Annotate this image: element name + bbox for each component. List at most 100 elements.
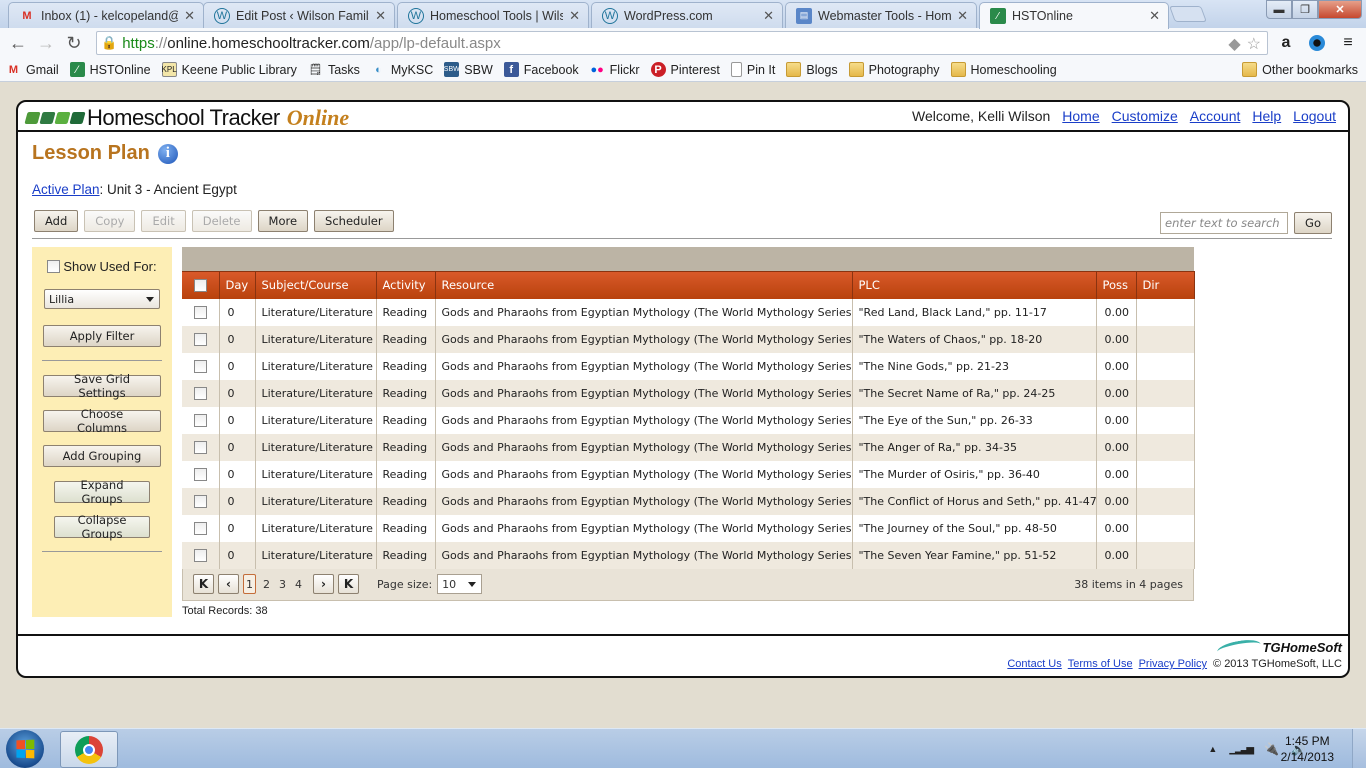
restore-button[interactable]: ❐ — [1292, 0, 1318, 19]
grouping-drop-area[interactable] — [182, 247, 1194, 271]
bookmark-pinterest[interactable]: P Pinterest — [650, 62, 720, 77]
terms-of-use-link[interactable]: Terms of Use — [1068, 658, 1133, 670]
forward-button[interactable]: → — [32, 29, 60, 57]
power-icon[interactable]: 🔌 — [1264, 742, 1279, 756]
column-header-subject[interactable]: Subject/Course — [255, 271, 377, 299]
table-row[interactable]: 0 Literature/Literature Reading Gods and Ph… — [182, 406, 1195, 434]
row-checkbox[interactable] — [193, 332, 207, 346]
nav-account-link[interactable]: Account — [1190, 108, 1241, 124]
page-link-4[interactable]: 4 — [293, 578, 304, 591]
page-link-1[interactable]: 1 — [243, 574, 256, 594]
go-button[interactable]: Go — [1294, 212, 1332, 234]
show-used-for-checkbox[interactable] — [47, 260, 61, 273]
nav-customize-link[interactable]: Customize — [1112, 108, 1178, 124]
table-row[interactable]: 0 Literature/Literature Reading Gods and Ph… — [182, 460, 1195, 488]
bookmark-gmail[interactable]: M Gmail — [6, 62, 59, 77]
page-size-select[interactable]: 10 — [437, 574, 483, 594]
nav-home-link[interactable]: Home — [1062, 108, 1099, 124]
scheduler-button[interactable]: Scheduler — [314, 210, 394, 232]
back-button[interactable]: ← — [4, 29, 32, 57]
row-checkbox[interactable] — [193, 440, 207, 454]
table-row[interactable]: 0 Literature/Literature Reading Gods and Ph… — [182, 298, 1195, 326]
tab-gmail-inbox[interactable]: M Inbox (1) - kelcopeland@g ✕ — [8, 2, 204, 28]
next-page-button[interactable]: › — [313, 574, 334, 594]
expand-groups-button[interactable]: Expand Groups — [54, 478, 150, 506]
row-checkbox[interactable] — [193, 494, 207, 508]
row-checkbox[interactable] — [193, 359, 207, 373]
show-desktop-button[interactable] — [1352, 729, 1366, 768]
row-checkbox[interactable] — [193, 548, 207, 562]
close-tab-icon[interactable]: ✕ — [1149, 8, 1160, 24]
table-row[interactable]: 0 Literature/Literature Reading Gods and Ph… — [182, 541, 1195, 569]
close-tab-icon[interactable]: ✕ — [375, 8, 386, 24]
column-header-day[interactable]: Day — [219, 271, 256, 299]
column-header-resource[interactable]: Resource — [435, 271, 853, 299]
reload-button[interactable]: ↻ — [60, 29, 88, 57]
close-tab-icon[interactable]: ✕ — [957, 8, 968, 24]
add-grouping-button[interactable]: Add Grouping — [43, 445, 161, 467]
apply-filter-button[interactable]: Apply Filter — [43, 325, 161, 347]
table-row[interactable]: 0 Literature/Literature Reading Gods and Ph… — [182, 433, 1195, 461]
table-row[interactable]: 0 Literature/Literature Reading Gods and Ph… — [182, 514, 1195, 542]
tab-homeschool-tools[interactable]: W Homeschool Tools | Wilso ✕ — [397, 2, 589, 28]
network-signal-icon[interactable]: ▁▂▃▅ — [1229, 744, 1254, 755]
privacy-policy-link[interactable]: Privacy Policy — [1139, 658, 1207, 670]
copy-button[interactable]: Copy — [84, 210, 136, 232]
column-header-activity[interactable]: Activity — [376, 271, 436, 299]
bookmark-flickr[interactable]: ● ● Flickr — [590, 62, 640, 77]
address-bar[interactable]: 🔒 https://online.homeschooltracker.com/a… — [96, 31, 1268, 55]
start-button[interactable] — [6, 730, 44, 768]
close-window-button[interactable]: ✕ — [1318, 0, 1362, 19]
nav-logout-link[interactable]: Logout — [1293, 108, 1336, 124]
extension-eye-icon[interactable] — [1305, 31, 1329, 55]
delete-button[interactable]: Delete — [191, 210, 252, 232]
column-header-plc[interactable]: PLC — [852, 271, 1097, 299]
close-tab-icon[interactable]: ✕ — [184, 8, 195, 24]
clock[interactable]: 1:45 PM 2/14/2013 — [1281, 733, 1334, 765]
column-header-dir[interactable]: Dir — [1136, 271, 1195, 299]
bookmark-facebook[interactable]: f Facebook — [503, 62, 579, 77]
active-plan-link[interactable]: Active Plan — [32, 182, 100, 197]
more-button[interactable]: More — [257, 210, 309, 232]
app-logo[interactable]: Homeschool Tracker Online — [24, 105, 349, 131]
bookmark-folder-photography[interactable]: Photography — [848, 62, 940, 77]
page-link-3[interactable]: 3 — [277, 578, 288, 591]
bookmark-myksc[interactable]: ◐ MyKSC — [371, 62, 433, 77]
row-checkbox[interactable] — [193, 413, 207, 427]
student-select[interactable]: Lillia — [44, 289, 160, 309]
bookmark-tasks[interactable]: 🗒 Tasks — [308, 62, 359, 77]
table-row[interactable]: 0 Literature/Literature Reading Gods and Ph… — [182, 325, 1195, 353]
page-link-2[interactable]: 2 — [261, 578, 272, 591]
table-row[interactable]: 0 Literature/Literature Reading Gods and Ph… — [182, 379, 1195, 407]
new-tab-button[interactable] — [1169, 6, 1207, 22]
bookmark-other-bookmarks[interactable]: Other bookmarks — [1242, 62, 1358, 77]
prev-page-button[interactable]: ‹ — [218, 574, 239, 594]
select-all-checkbox[interactable] — [193, 279, 207, 293]
bookmark-hstonline[interactable]: ⁄ HSTOnline — [69, 62, 151, 77]
table-row[interactable]: 0 Literature/Literature Reading Gods and Ph… — [182, 487, 1195, 515]
column-header-poss[interactable]: Poss — [1096, 271, 1137, 299]
close-tab-icon[interactable]: ✕ — [763, 8, 774, 24]
bookmark-folder-blogs[interactable]: Blogs — [786, 62, 838, 77]
bookmark-sbw[interactable]: SBW SBW — [444, 62, 493, 77]
edit-button[interactable]: Edit — [141, 210, 186, 232]
choose-columns-button[interactable]: Choose Columns — [43, 407, 161, 435]
tab-wordpress-com[interactable]: W WordPress.com ✕ — [591, 2, 783, 28]
page-action-icon[interactable]: ◆ — [1228, 34, 1240, 54]
close-tab-icon[interactable]: ✕ — [569, 8, 580, 24]
tab-hstonline[interactable]: ⁄ HSTOnline ✕ — [979, 2, 1169, 29]
bookmark-pin-it[interactable]: Pin It — [730, 62, 775, 77]
search-input[interactable] — [1160, 212, 1289, 234]
taskbar-chrome-button[interactable] — [60, 731, 118, 768]
bookmark-keene-library[interactable]: KPL Keene Public Library — [162, 62, 297, 77]
nav-help-link[interactable]: Help — [1252, 108, 1281, 124]
amazon-extension-icon[interactable]: a — [1274, 31, 1298, 55]
contact-us-link[interactable]: Contact Us — [1007, 658, 1061, 670]
tab-edit-post[interactable]: W Edit Post ‹ Wilson Family H ✕ — [203, 2, 395, 28]
chrome-menu-icon[interactable]: ≡ — [1336, 31, 1360, 55]
row-checkbox[interactable] — [193, 521, 207, 535]
add-button[interactable]: Add — [34, 210, 79, 232]
save-grid-settings-button[interactable]: Save Grid Settings — [43, 372, 161, 400]
minimize-button[interactable]: ▬ — [1266, 0, 1292, 19]
row-checkbox[interactable] — [193, 386, 207, 400]
